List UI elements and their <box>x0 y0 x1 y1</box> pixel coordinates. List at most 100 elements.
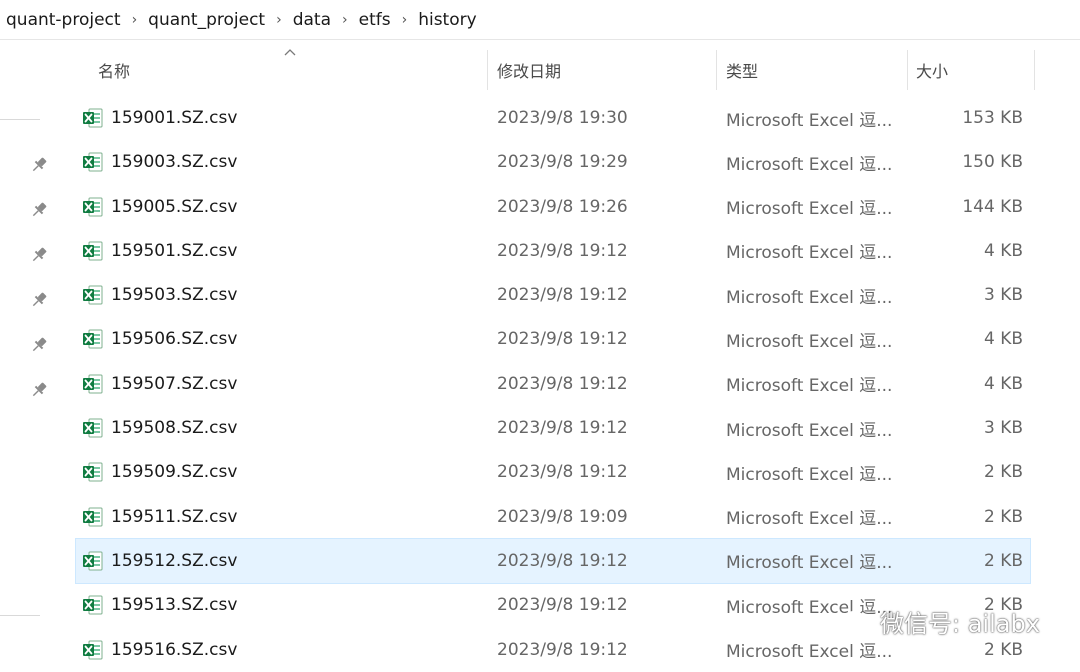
pin-icon[interactable] <box>29 155 49 175</box>
excel-csv-icon <box>83 241 103 261</box>
file-modified-date: 2023/9/8 19:26 <box>497 196 628 217</box>
file-name: 159503.SZ.csv <box>111 285 238 306</box>
wechat-icon <box>843 610 871 632</box>
excel-csv-icon <box>83 551 103 571</box>
file-name-cell[interactable]: 159513.SZ.csv <box>82 583 237 627</box>
file-name-cell[interactable]: 159509.SZ.csv <box>82 450 237 494</box>
chevron-right-icon[interactable]: › <box>342 12 348 28</box>
file-row[interactable]: 159506.SZ.csv 2023/9/8 19:12 Microsoft Exc… <box>76 317 1030 361</box>
file-row[interactable]: 159503.SZ.csv 2023/9/8 19:12 Microsoft Exc… <box>76 273 1030 317</box>
pin-icon[interactable] <box>29 335 49 355</box>
watermark: 微信号: ailabx <box>842 604 1040 639</box>
file-row[interactable]: 159005.SZ.csv 2023/9/8 19:26 Microsoft Exc… <box>76 185 1030 229</box>
file-type: Microsoft Excel 逗... <box>726 376 893 397</box>
breadcrumb-item-etfs[interactable]: etfs <box>359 10 391 30</box>
file-name-cell[interactable]: 159501.SZ.csv <box>82 229 237 273</box>
file-size: 2 KB <box>983 506 1023 527</box>
file-name: 159005.SZ.csv <box>111 196 238 217</box>
file-modified-date: 2023/9/8 19:12 <box>497 329 628 350</box>
file-name-cell[interactable]: 159516.SZ.csv <box>82 628 237 672</box>
column-divider[interactable] <box>907 50 908 90</box>
excel-csv-icon <box>83 507 103 527</box>
file-name: 159001.SZ.csv <box>111 108 238 128</box>
file-modified-date: 2023/9/8 19:12 <box>497 285 628 306</box>
chevron-right-icon[interactable]: › <box>132 12 138 28</box>
excel-csv-icon <box>83 329 103 349</box>
file-size: 4 KB <box>983 373 1023 394</box>
file-name-cell[interactable]: 159508.SZ.csv <box>82 406 237 450</box>
file-type: Microsoft Excel 逗... <box>726 243 893 264</box>
file-row[interactable]: 159512.SZ.csv 2023/9/8 19:12 Microsoft Exc… <box>75 537 1031 585</box>
file-row[interactable]: 159003.SZ.csv 2023/9/8 19:29 Microsoft Exc… <box>76 140 1030 184</box>
column-header-size[interactable]: 大小 <box>916 48 1026 92</box>
file-modified-date: 2023/9/8 19:12 <box>497 418 628 439</box>
file-name-cell[interactable]: 159506.SZ.csv <box>82 317 237 361</box>
column-divider[interactable] <box>1034 50 1035 90</box>
file-name-cell[interactable]: 159005.SZ.csv <box>82 185 237 229</box>
file-name-cell[interactable]: 159511.SZ.csv <box>82 495 237 539</box>
watermark-text: 微信号: ailabx <box>880 610 1040 638</box>
pin-icon[interactable] <box>29 290 49 310</box>
navigation-pane <box>0 41 56 671</box>
file-modified-date: 2023/9/8 19:09 <box>497 506 628 527</box>
file-size: 4 KB <box>983 329 1023 350</box>
file-name-cell[interactable]: 159001.SZ.csv <box>82 96 237 140</box>
file-name: 159511.SZ.csv <box>111 506 238 527</box>
file-name-cell[interactable]: 159512.SZ.csv <box>82 539 237 583</box>
file-modified-date: 2023/9/8 19:29 <box>497 152 628 173</box>
file-name: 159516.SZ.csv <box>111 639 238 660</box>
file-type: Microsoft Excel 逗... <box>726 509 893 530</box>
file-name-cell[interactable]: 159003.SZ.csv <box>82 140 237 184</box>
file-name-cell[interactable]: 159503.SZ.csv <box>82 273 237 317</box>
file-row[interactable]: 159001.SZ.csv 2023/9/8 19:30 Microsoft Exc… <box>76 96 1030 140</box>
file-name-cell[interactable]: 159507.SZ.csv <box>82 362 237 406</box>
file-name: 159507.SZ.csv <box>111 373 238 394</box>
file-size: 144 KB <box>962 196 1023 217</box>
excel-csv-icon <box>83 640 103 660</box>
column-header-date[interactable]: 修改日期 <box>497 48 707 92</box>
breadcrumb-item-data[interactable]: data <box>293 10 331 30</box>
file-name: 159506.SZ.csv <box>111 329 238 350</box>
file-name: 159512.SZ.csv <box>111 550 238 571</box>
excel-csv-icon <box>83 418 103 438</box>
breadcrumb-item-quant-project[interactable]: quant-project <box>6 10 121 30</box>
column-header-type[interactable]: 类型 <box>726 48 906 92</box>
file-row[interactable]: 159501.SZ.csv 2023/9/8 19:12 Microsoft Exc… <box>76 229 1030 273</box>
excel-csv-icon <box>83 285 103 305</box>
file-type: Microsoft Excel 逗... <box>726 110 893 131</box>
file-row[interactable]: 159507.SZ.csv 2023/9/8 19:12 Microsoft Exc… <box>76 362 1030 406</box>
excel-csv-icon <box>83 595 103 615</box>
breadcrumb-item-history[interactable]: history <box>418 10 476 30</box>
chevron-right-icon[interactable]: › <box>276 12 282 28</box>
column-divider[interactable] <box>716 50 717 90</box>
file-row[interactable]: 159511.SZ.csv 2023/9/8 19:09 Microsoft Exc… <box>76 495 1030 539</box>
excel-csv-icon <box>83 462 103 482</box>
breadcrumb: quant-project › quant_project › data › e… <box>0 0 1080 40</box>
file-type: Microsoft Excel 逗... <box>726 331 893 352</box>
pin-icon[interactable] <box>29 245 49 265</box>
file-name: 159513.SZ.csv <box>111 595 238 616</box>
file-type: Microsoft Excel 逗... <box>726 420 893 441</box>
file-size: 2 KB <box>983 462 1023 483</box>
excel-csv-icon <box>83 197 103 217</box>
file-size: 3 KB <box>983 418 1023 439</box>
breadcrumb-item-quant_project[interactable]: quant_project <box>148 10 265 30</box>
pin-icon[interactable] <box>29 380 49 400</box>
excel-csv-icon <box>83 152 103 172</box>
file-row[interactable]: 159508.SZ.csv 2023/9/8 19:12 Microsoft Exc… <box>76 406 1030 450</box>
file-name: 159509.SZ.csv <box>111 462 238 483</box>
column-divider[interactable] <box>487 50 488 90</box>
file-row[interactable]: 159509.SZ.csv 2023/9/8 19:12 Microsoft Exc… <box>76 450 1030 494</box>
file-modified-date: 2023/9/8 19:30 <box>497 108 628 128</box>
file-modified-date: 2023/9/8 19:12 <box>497 639 628 660</box>
file-type: Microsoft Excel 逗... <box>726 287 893 308</box>
file-size: 150 KB <box>962 152 1023 173</box>
file-type: Microsoft Excel 逗... <box>726 199 893 220</box>
file-name: 159508.SZ.csv <box>111 418 238 439</box>
file-modified-date: 2023/9/8 19:12 <box>497 550 628 571</box>
chevron-right-icon[interactable]: › <box>402 12 408 28</box>
file-type: Microsoft Excel 逗... <box>726 464 893 485</box>
column-header-name[interactable]: 名称 <box>98 48 478 92</box>
pin-icon[interactable] <box>29 200 49 220</box>
file-modified-date: 2023/9/8 19:12 <box>497 462 628 483</box>
